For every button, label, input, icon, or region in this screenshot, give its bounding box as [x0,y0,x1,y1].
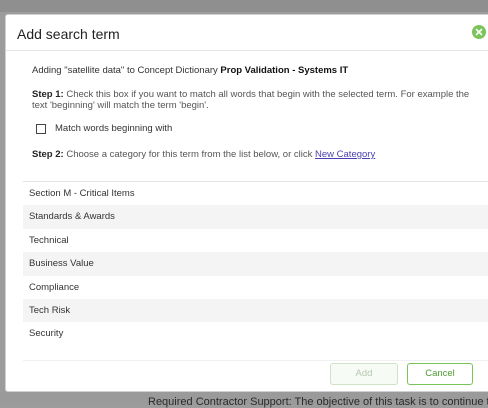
category-list: Section M - Critical Items Standards & A… [23,181,488,359]
intro-prefix: Adding "satellite data" to Concept Dicti… [32,65,221,76]
step2-label: Step 2: [32,149,64,160]
close-icon[interactable] [472,25,486,39]
intro-text: Adding "satellite data" to Concept Dicti… [32,65,478,76]
step1-label: Step 1: [32,89,64,100]
category-item[interactable]: Technical [23,229,488,252]
category-item[interactable]: Tech Risk [23,298,488,323]
match-words-label[interactable]: Match words beginning with [55,123,172,134]
match-words-row: Match words beginning with [36,123,478,134]
match-words-checkbox[interactable] [36,123,46,134]
step2-description: Choose a category for this term from the… [63,149,316,160]
dialog-title-bar: Add search term [6,15,488,51]
category-item[interactable]: Standards & Awards [23,205,488,229]
dialog-content: Adding "satellite data" to Concept Dicti… [32,65,478,160]
backdrop [0,0,488,12]
step2-text: Step 2: Choose a category for this term … [32,149,478,160]
dialog-title: Add search term [17,26,120,42]
step1-text: Step 1: Check this box if you want to ma… [32,89,478,111]
background-text: Required Contractor Support: The objecti… [148,396,488,408]
add-button[interactable]: Add [330,363,398,385]
category-item[interactable]: Compliance [23,276,488,299]
category-item[interactable]: Business Value [23,252,488,276]
new-category-link[interactable]: New Category [315,149,375,160]
category-item[interactable]: Security [23,322,488,345]
step1-description: Check this box if you want to match all … [32,89,470,111]
dictionary-name: Prop Validation - Systems IT [220,65,349,76]
category-item[interactable]: Section M - Critical Items [23,182,488,205]
add-search-term-dialog: Add search term Adding "satellite data" … [5,14,488,392]
cancel-button[interactable]: Cancel [407,363,473,385]
footer-divider [23,360,488,361]
